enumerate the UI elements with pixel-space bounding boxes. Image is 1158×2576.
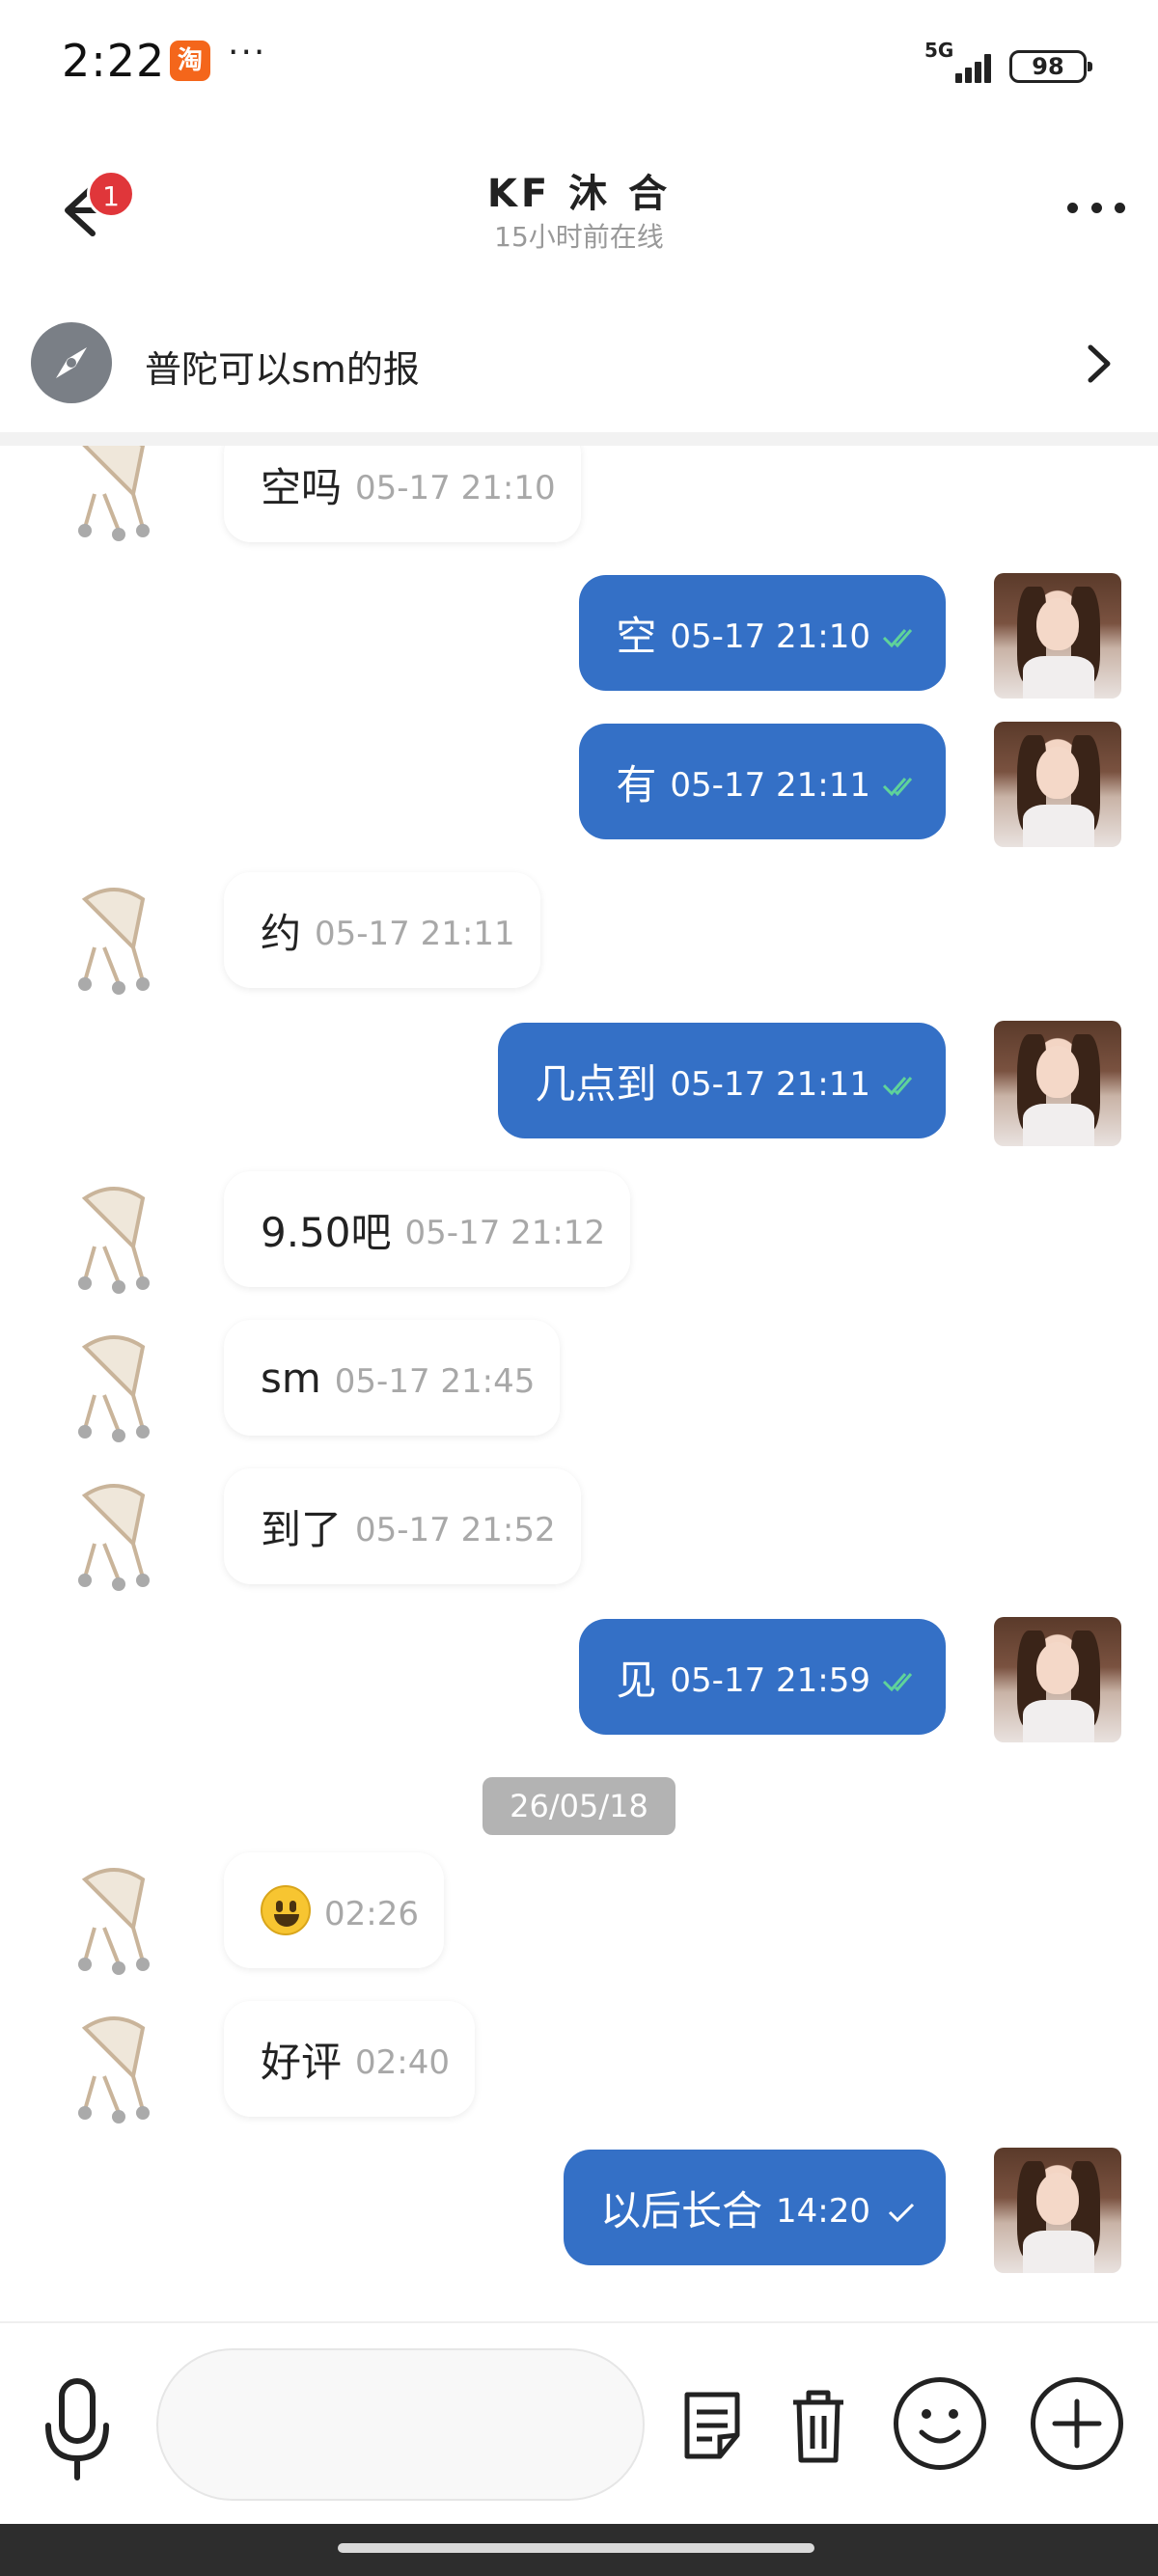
- note-icon[interactable]: [676, 2385, 753, 2466]
- double-check-icon: [882, 778, 913, 797]
- pinned-message-banner[interactable]: 普陀可以sm的报: [0, 307, 1158, 421]
- message-bubble[interactable]: 见 05-17 21:59: [579, 1619, 946, 1735]
- battery-level: 98: [1032, 53, 1064, 80]
- system-navigation-bar: [0, 2524, 1158, 2576]
- chat-header: 1 KF 沐 合 15小时前在线: [0, 135, 1158, 280]
- home-indicator[interactable]: [338, 2543, 814, 2553]
- microphone-icon[interactable]: [39, 2377, 116, 2483]
- message-list[interactable]: 空吗 05-17 21:10 空 05-17 21:10 有 05-17 21:…: [0, 446, 1158, 2321]
- date-separator: 26/05/18: [482, 1777, 676, 1835]
- taobao-app-icon: 淘: [170, 41, 210, 81]
- message-text: 9.50吧: [261, 1208, 392, 1256]
- section-divider: [0, 432, 1158, 446]
- chat-title[interactable]: KF 沐 合: [0, 162, 1158, 218]
- contact-avatar[interactable]: [46, 1850, 178, 1980]
- user-avatar[interactable]: [994, 2148, 1121, 2273]
- user-avatar[interactable]: [994, 1617, 1121, 1742]
- message-time: 05-17 21:45: [334, 1362, 536, 1401]
- user-avatar[interactable]: [994, 722, 1121, 847]
- message-time: 05-17 21:11: [315, 915, 515, 953]
- message-text: 到了: [261, 1505, 343, 1553]
- status-time: 2:22: [62, 35, 166, 87]
- compass-icon: [31, 322, 112, 403]
- message-time: 14:20: [776, 2192, 870, 2231]
- double-check-icon: [882, 629, 913, 648]
- message-time: 05-17 21:52: [355, 1511, 556, 1549]
- plus-circle-icon[interactable]: [1031, 2377, 1123, 2470]
- last-seen-status: 15小时前在线: [494, 221, 664, 253]
- trash-icon[interactable]: [780, 2385, 857, 2466]
- contact-avatar[interactable]: [46, 1466, 178, 1596]
- signal-icon: 5G: [924, 39, 996, 83]
- message-text: 以后长合: [600, 2186, 763, 2234]
- message-input[interactable]: [156, 2348, 645, 2501]
- message-bubble[interactable]: 空吗 05-17 21:10: [224, 446, 581, 542]
- message-time: 05-17 21:10: [670, 617, 870, 656]
- pinned-message-text: 普陀可以sm的报: [145, 348, 420, 391]
- message-bubble[interactable]: 有 05-17 21:11: [579, 724, 946, 839]
- network-type: 5G: [924, 39, 954, 62]
- message-bubble[interactable]: 到了 05-17 21:52: [224, 1468, 581, 1584]
- message-time: 02:40: [355, 2043, 450, 2082]
- message-bubble[interactable]: 空 05-17 21:10: [579, 575, 946, 691]
- message-time: 05-17 21:10: [355, 469, 556, 507]
- message-text: 有: [616, 760, 657, 808]
- contact-avatar[interactable]: [46, 1318, 178, 1447]
- smiley-emoji-icon: [261, 1885, 311, 1935]
- single-check-icon: [888, 2203, 915, 2223]
- user-avatar[interactable]: [994, 573, 1121, 699]
- message-time: 05-17 21:11: [670, 766, 870, 805]
- message-time: 05-17 21:11: [670, 1065, 870, 1104]
- contact-avatar[interactable]: [46, 1999, 178, 2128]
- message-text: 几点到: [535, 1059, 657, 1108]
- message-bubble[interactable]: 9.50吧 05-17 21:12: [224, 1171, 631, 1287]
- chevron-right-icon: [1088, 344, 1111, 383]
- message-text: 约: [261, 909, 302, 957]
- message-bubble[interactable]: sm 05-17 21:45: [224, 1320, 561, 1436]
- message-text: 见: [616, 1656, 657, 1704]
- message-text: sm: [261, 1354, 321, 1402]
- message-time: 02:26: [324, 1895, 419, 1933]
- more-options-button[interactable]: [1067, 193, 1125, 222]
- double-check-icon: [882, 1673, 913, 1692]
- message-bubble[interactable]: 几点到 05-17 21:11: [498, 1023, 946, 1138]
- composer-bar: [0, 2321, 1158, 2524]
- message-bubble[interactable]: 以后长合 14:20: [564, 2150, 946, 2265]
- message-text: 好评: [261, 2038, 343, 2086]
- message-time: 05-17 21:12: [404, 1214, 606, 1252]
- contact-avatar[interactable]: [46, 446, 178, 546]
- contact-avatar[interactable]: [46, 870, 178, 1000]
- message-bubble[interactable]: 约 05-17 21:11: [224, 872, 540, 988]
- status-bar: 2:22 淘 ··· 5G 98: [0, 0, 1158, 135]
- contact-avatar[interactable]: [46, 1169, 178, 1299]
- smiley-icon[interactable]: [894, 2377, 986, 2470]
- battery-icon: 98: [1009, 50, 1092, 83]
- status-more-dots: ···: [228, 33, 267, 72]
- message-text: 空吗: [261, 463, 343, 511]
- double-check-icon: [882, 1077, 913, 1096]
- user-avatar[interactable]: [994, 1021, 1121, 1146]
- message-time: 05-17 21:59: [670, 1661, 870, 1700]
- message-bubble[interactable]: 02:26: [224, 1852, 444, 1968]
- message-bubble[interactable]: 好评 02:40: [224, 2001, 475, 2117]
- message-text: 空: [616, 612, 657, 660]
